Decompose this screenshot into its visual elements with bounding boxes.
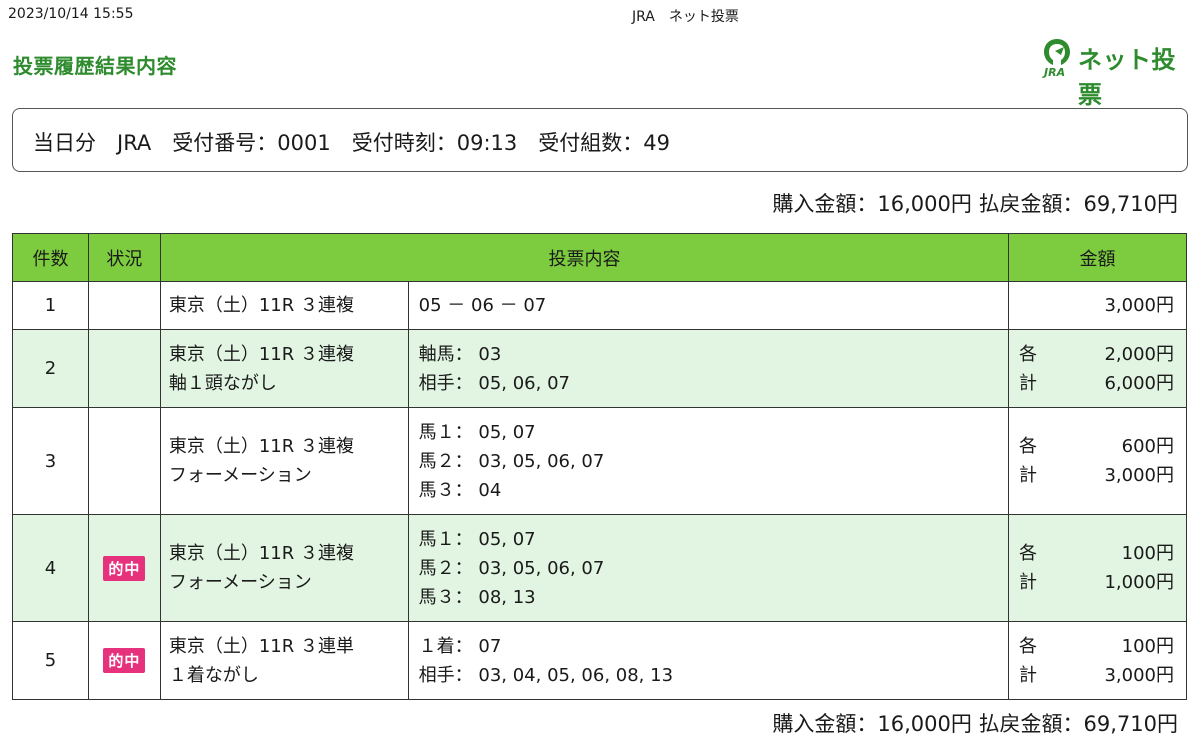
hit-badge: 的中: [103, 648, 146, 673]
race-line: 軸１頭ながし: [168, 372, 277, 394]
row-bet-detail: １着： 07 相手： 03, 04, 05, 06, 08, 13: [407, 621, 1010, 700]
amount-label: 計: [1019, 664, 1038, 686]
race-line: １着ながし: [168, 664, 259, 686]
row-status: 的中: [87, 514, 161, 622]
row-status: 的中: [87, 621, 161, 700]
row-bet-detail: 馬１： 05, 07 馬２： 03, 05, 06, 07 馬３： 04: [407, 407, 1010, 515]
row-amount: 各 100円計 3,000円: [1008, 621, 1187, 700]
row-race: 東京（土）11R ３連複 フォーメーション: [159, 514, 409, 622]
row-status: [87, 281, 161, 330]
bet-detail-line: 馬２： 03, 05, 06, 07: [418, 557, 605, 579]
amount-label: 各: [1019, 343, 1038, 365]
table-row: 1 東京（土）11R ３連複 05 － 06 － 07 3,000円: [12, 281, 1187, 330]
row-race: 東京（土）11R ３連複 軸１頭ながし: [159, 329, 409, 408]
row-bet-detail: 05 － 06 － 07: [407, 281, 1010, 330]
amount-line: 各 100円: [1019, 539, 1174, 568]
row-count: 3: [12, 407, 89, 515]
receipt-summary-box: 当日分 JRA 受付番号：0001 受付時刻：09:13 受付組数：49: [12, 108, 1188, 172]
amount-value: 3,000円: [1104, 295, 1174, 316]
race-line: 東京（土）11R ３連複: [168, 436, 354, 457]
table-header-row: 件数 状況 投票内容 金額: [12, 233, 1187, 282]
bet-detail-line: 相手： 05, 06, 07: [418, 372, 570, 394]
bet-rows: 1 東京（土）11R ３連複 05 － 06 － 07 3,000円 2 東京（土）11R…: [12, 281, 1187, 700]
amount-line: 各 600円: [1019, 432, 1174, 461]
amount-label: 計: [1019, 572, 1038, 593]
logo-text: ネット投票: [1078, 46, 1176, 109]
row-count: 2: [12, 329, 89, 408]
row-amount: 各 100円計 1,000円: [1008, 514, 1187, 622]
amount-line: 各 2,000円: [1019, 340, 1174, 369]
bet-detail-line: 馬３： 08, 13: [418, 586, 536, 608]
amount-value: 100円: [1121, 635, 1174, 657]
totals-bottom: 購入金額：16,000円 払戻金額：69,710円: [772, 712, 1178, 736]
header-bet-content: 投票内容: [159, 233, 1010, 282]
amount-line: 計 6,000円: [1019, 369, 1174, 398]
bet-detail-line: １着： 07: [418, 635, 502, 657]
header-status: 状況: [87, 233, 161, 282]
logo-jra-text: JRA: [1044, 66, 1066, 79]
table-row: 3 東京（土）11R ３連複 フォーメーション 馬１： 05, 07 馬２： 03, 0…: [12, 407, 1187, 515]
bet-detail-line: 05 － 06 － 07: [418, 295, 547, 316]
amount-label: 計: [1019, 372, 1038, 394]
amount-label: 計: [1019, 465, 1038, 486]
amount-value: 600円: [1121, 436, 1174, 457]
amount-label: 各: [1019, 543, 1038, 564]
amount-line: 計 3,000円: [1019, 461, 1174, 490]
row-amount: 3,000円: [1008, 281, 1187, 330]
bet-detail-line: 軸馬： 03: [418, 343, 502, 365]
bet-detail-line: 馬２： 03, 05, 06, 07: [418, 450, 605, 472]
jra-horseshoe-icon: [1044, 39, 1070, 65]
row-race: 東京（土）11R ３連単 １着ながし: [159, 621, 409, 700]
print-header: 2023/10/14 15:55 JRA ネット投票: [0, 4, 1200, 25]
row-status: [87, 407, 161, 515]
row-bet-detail: 馬１： 05, 07 馬２： 03, 05, 06, 07 馬３： 08, 13: [407, 514, 1010, 622]
race-line: 東京（土）11R ３連複: [168, 343, 354, 365]
amount-value: 3,000円: [1104, 664, 1174, 686]
amount-line: 各 100円: [1019, 632, 1174, 661]
print-site-title: JRA ネット投票: [632, 9, 739, 25]
row-count: 5: [12, 621, 89, 700]
amount-line: 計 3,000円: [1019, 661, 1174, 690]
hit-badge: 的中: [103, 555, 146, 581]
receipt-summary-text: 当日分 JRA 受付番号：0001 受付時刻：09:13 受付組数：49: [33, 131, 670, 155]
amount-line: 計 1,000円: [1019, 568, 1174, 597]
page-title: 投票履歴結果内容: [13, 54, 177, 78]
print-datetime: 2023/10/14 15:55: [8, 6, 134, 22]
header-amount: 金額: [1008, 233, 1187, 282]
amount-value: 100円: [1121, 543, 1174, 564]
row-count: 4: [12, 514, 89, 622]
race-line: フォーメーション: [168, 465, 312, 486]
jra-net-logo: JRA ネット投票: [1040, 36, 1200, 109]
amount-value: 1,000円: [1104, 572, 1174, 593]
row-race: 東京（土）11R ３連複 フォーメーション: [159, 407, 409, 515]
amount-label: 各: [1019, 436, 1038, 457]
row-status: [87, 329, 161, 408]
table-row: 5 的中 東京（土）11R ３連単 １着ながし １着： 07 相手： 03, 04, 05…: [12, 621, 1187, 700]
amount-value: 3,000円: [1104, 465, 1174, 486]
row-race: 東京（土）11R ３連複: [159, 281, 409, 330]
bet-detail-line: 馬３： 04: [418, 479, 502, 501]
totals-top: 購入金額：16,000円 払戻金額：69,710円: [772, 192, 1178, 216]
row-amount: 各 2,000円計 6,000円: [1008, 329, 1187, 408]
amount-value: 6,000円: [1104, 372, 1174, 394]
bet-history-table: 件数 状況 投票内容 金額 1 東京（土）11R ３連複 05 － 06 － 07 3…: [12, 233, 1187, 700]
race-line: 東京（土）11R ３連複: [168, 543, 354, 564]
amount-value: 2,000円: [1104, 343, 1174, 365]
row-count: 1: [12, 281, 89, 330]
row-bet-detail: 軸馬： 03 相手： 05, 06, 07: [407, 329, 1010, 408]
bet-detail-line: 馬１： 05, 07: [418, 528, 536, 550]
bet-detail-line: 相手： 03, 04, 05, 06, 08, 13: [418, 664, 674, 686]
bet-detail-line: 馬１： 05, 07: [418, 421, 536, 443]
race-line: 東京（土）11R ３連複: [168, 295, 354, 316]
amount-label: 各: [1019, 635, 1038, 657]
race-line: フォーメーション: [168, 572, 312, 593]
amount-line: 3,000円: [1019, 291, 1174, 320]
header-count: 件数: [12, 233, 89, 282]
race-line: 東京（土）11R ３連単: [168, 635, 354, 657]
table-row: 2 東京（土）11R ３連複 軸１頭ながし 軸馬： 03 相手： 05, 06, 07 各…: [12, 329, 1187, 408]
table-row: 4 的中 東京（土）11R ３連複 フォーメーション 馬１： 05, 07 馬２： 03,…: [12, 514, 1187, 622]
row-amount: 各 600円計 3,000円: [1008, 407, 1187, 515]
